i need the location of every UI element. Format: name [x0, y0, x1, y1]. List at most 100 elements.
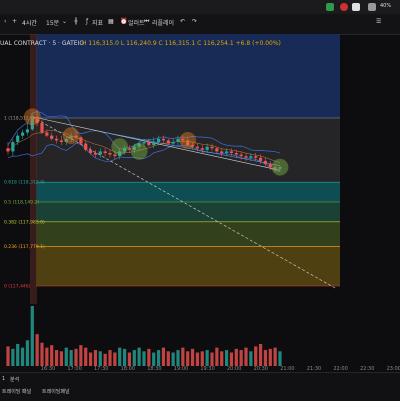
- candle-body: [108, 152, 112, 155]
- replay-button[interactable]: 리플레이: [152, 18, 174, 27]
- signal-circle-0: [23, 108, 41, 126]
- fib-label-4: 0.236 (117,779.1): [4, 244, 45, 250]
- candle-body: [215, 148, 219, 152]
- app-icon[interactable]: [352, 3, 360, 11]
- record-icon[interactable]: [340, 3, 348, 11]
- volume-bar: [74, 348, 78, 366]
- compare-button[interactable]: 분석: [10, 376, 19, 383]
- candle-type-icon[interactable]: ╫: [74, 18, 78, 25]
- interval-button[interactable]: 4시간: [22, 18, 37, 27]
- candle-body: [25, 129, 30, 133]
- fib-zone-3: [36, 221, 340, 247]
- candle-body: [84, 143, 88, 150]
- volume-bar: [54, 350, 59, 366]
- candle-body: [254, 156, 258, 158]
- candle-body: [103, 151, 107, 153]
- system-tray-bar: 40%: [0, 0, 400, 14]
- volume-bar: [127, 352, 132, 366]
- volume-bar: [35, 334, 39, 366]
- ohlc-values: H 116,315.0 L 116,240.9 C 116,315.1 C 11…: [82, 40, 281, 47]
- candle-body: [98, 151, 102, 155]
- volume-bar: [268, 348, 272, 366]
- volume-bar: [273, 347, 277, 366]
- candle-body: [171, 141, 175, 144]
- candle-body: [142, 141, 146, 144]
- candle-body: [200, 148, 204, 150]
- candle-body: [79, 137, 83, 144]
- layout-icon[interactable]: ▦: [108, 18, 114, 25]
- signal-circle-2: [62, 127, 80, 145]
- volume-bar: [108, 350, 112, 366]
- volume-bar: [254, 346, 258, 366]
- candle-body: [50, 135, 54, 139]
- volume-bar: [166, 351, 170, 366]
- volume-bar: [258, 343, 263, 366]
- volume-bar: [234, 348, 238, 366]
- price-chart[interactable]: 1 (118,512.1)0.618 (118,313.4)0.5 (118,1…: [0, 34, 400, 374]
- volume-bar: [6, 346, 10, 366]
- chat-app-icon[interactable]: [326, 3, 334, 11]
- volume-bar: [205, 350, 209, 366]
- alert-button[interactable]: 얼러트: [128, 18, 145, 27]
- chevron-left-icon[interactable]: ‹: [4, 18, 6, 25]
- volume-bar: [263, 350, 268, 366]
- volume-bar: [64, 347, 68, 366]
- candle-body: [147, 141, 151, 146]
- fib-label-5: 0 (117,446): [4, 284, 31, 290]
- volume-bar: [215, 347, 219, 366]
- candle-body: [249, 156, 253, 158]
- candle-body: [268, 164, 272, 168]
- candle-body: [220, 151, 224, 153]
- signal-circle-4: [130, 143, 148, 160]
- volume-bar: [239, 350, 243, 366]
- symbol-label[interactable]: UAL CONTRACT · 5 · GATEIO: [0, 40, 84, 47]
- volume-bar: [220, 351, 224, 366]
- volume-bar: [186, 351, 190, 366]
- candle-body: [16, 135, 20, 142]
- candle-body: [239, 154, 243, 157]
- trading-panel-tab[interactable]: 트레이딩 패널: [2, 388, 31, 395]
- candle-body: [244, 156, 248, 158]
- volume-bar: [176, 350, 180, 366]
- volume-bar: [181, 347, 185, 366]
- signal-circle-5: [271, 158, 289, 176]
- volume-bar: [59, 351, 64, 366]
- candle-body: [152, 141, 156, 146]
- fib-label-1: 0.618 (118,313.4): [4, 180, 45, 186]
- candle-body: [210, 146, 214, 149]
- signal-circle-1: [111, 138, 129, 156]
- candle-body: [113, 154, 117, 157]
- volume-bar: [200, 351, 204, 366]
- signal-circle-3: [179, 131, 197, 149]
- candle-body: [54, 138, 59, 141]
- range-1d[interactable]: 1: [2, 376, 5, 382]
- fib-label-2: 0.5 (118,149.2): [4, 200, 39, 206]
- redo-icon[interactable]: ↷: [192, 18, 197, 25]
- trading-panel-tab-2[interactable]: 트레이딩패널: [42, 388, 70, 395]
- volume-bar: [244, 347, 248, 366]
- volume-bar: [118, 347, 122, 366]
- candle-body: [20, 132, 25, 136]
- volume-bar: [84, 347, 88, 366]
- candle-body: [127, 148, 132, 150]
- candle-body: [263, 160, 268, 165]
- volume-bar: [171, 352, 175, 366]
- candle-body: [195, 146, 200, 149]
- volume-bar: [210, 352, 214, 366]
- add-icon[interactable]: +: [12, 18, 17, 25]
- timeframe-button[interactable]: 15분: [46, 18, 59, 27]
- undo-icon[interactable]: ↶: [180, 18, 185, 25]
- candle-body: [11, 141, 15, 152]
- volume-bar: [142, 351, 146, 366]
- candle-body: [88, 149, 93, 153]
- volume-bar: [88, 352, 93, 366]
- indicators-button[interactable]: 지표: [92, 18, 103, 27]
- volume-bar: [278, 351, 282, 366]
- settings-icon[interactable]: ☰: [376, 18, 381, 25]
- chart-toolbar: ‹ + 4시간 15분 ⌄ ╫ ƒ 지표 ▦ ⏰ 얼러트 ⏮ 리플레이 ↶ ↷ …: [0, 14, 400, 35]
- chevron-down-icon[interactable]: ⌄: [62, 18, 67, 25]
- bottom-panel: 1 분석 트레이딩 패널 트레이딩패널: [0, 372, 400, 401]
- volume-bar: [25, 340, 30, 366]
- volume-bar: [224, 350, 229, 366]
- volume-bar: [40, 342, 44, 366]
